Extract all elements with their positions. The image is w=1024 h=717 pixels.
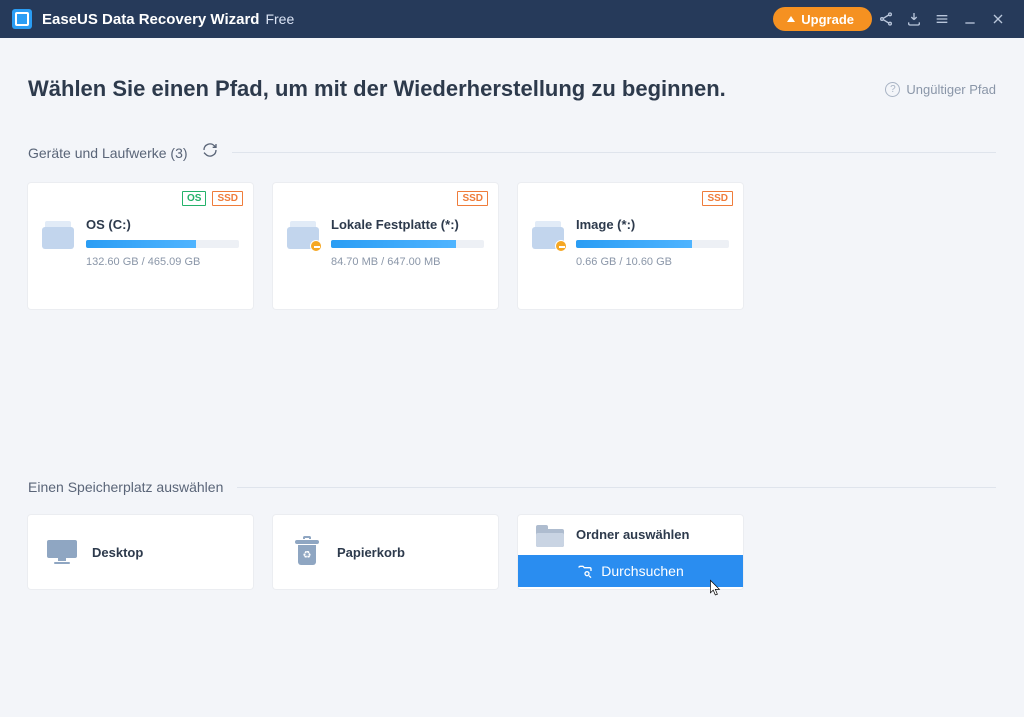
usage-bar: [576, 240, 729, 248]
drive-name: Image (*:): [576, 217, 729, 232]
divider: [232, 152, 996, 153]
invalid-path-link[interactable]: ? Ungültiger Pfad: [885, 82, 996, 97]
drive-icon: [42, 221, 74, 249]
share-icon[interactable]: [872, 4, 900, 34]
locations-section-title: Einen Speicherplatz auswählen: [28, 479, 223, 495]
drive-size: 0.66 GB / 10.60 GB: [576, 256, 729, 268]
locations-section-header: Einen Speicherplatz auswählen: [28, 479, 996, 495]
location-desktop[interactable]: Desktop: [28, 515, 253, 589]
page-title: Wählen Sie einen Pfad, um mit der Wieder…: [28, 76, 726, 102]
location-recycle-bin[interactable]: ♻ Papierkorb: [273, 515, 498, 589]
folder-icon: [536, 525, 564, 547]
desktop-icon: [46, 536, 78, 568]
drives-section-title: Geräte und Laufwerke (3): [28, 145, 188, 161]
app-title: EaseUS Data Recovery Wizard: [42, 11, 259, 28]
upgrade-button-label: Upgrade: [801, 12, 854, 27]
location-select-folder[interactable]: Ordner auswählen Durchsuchen: [518, 515, 743, 589]
warning-icon: [310, 240, 322, 252]
app-edition: Free: [265, 11, 294, 27]
folder-search-icon: [577, 563, 593, 579]
drive-badges: SSD: [702, 191, 733, 206]
drive-badges: OS SSD: [182, 191, 243, 206]
drive-name: OS (C:): [86, 217, 239, 232]
os-badge: OS: [182, 191, 206, 206]
drive-icon: [287, 221, 319, 249]
header-row: Wählen Sie einen Pfad, um mit der Wieder…: [28, 76, 996, 102]
titlebar: EaseUS Data Recovery Wizard Free Upgrade: [0, 0, 1024, 38]
divider: [237, 487, 996, 488]
usage-bar: [86, 240, 239, 248]
ssd-badge: SSD: [702, 191, 733, 206]
invalid-path-label: Ungültiger Pfad: [906, 82, 996, 97]
drive-card[interactable]: SSD Lokale Festplatte (*:) 84.70 MB / 647.…: [273, 183, 498, 309]
main: Wählen Sie einen Pfad, um mit der Wieder…: [0, 38, 1024, 589]
locations-grid: Desktop ♻ Papierkorb Ordner auswählen Du…: [28, 515, 996, 589]
location-select-folder-label: Ordner auswählen: [576, 527, 689, 543]
ssd-badge: SSD: [212, 191, 243, 206]
help-icon: ?: [885, 82, 900, 97]
upgrade-button[interactable]: Upgrade: [773, 7, 872, 31]
app-logo-icon: [12, 9, 32, 29]
close-button[interactable]: [984, 4, 1012, 34]
drives-section-header: Geräte und Laufwerke (3): [28, 142, 996, 163]
drive-card[interactable]: SSD Image (*:) 0.66 GB / 10.60 GB: [518, 183, 743, 309]
drive-icon: [532, 221, 564, 249]
download-icon[interactable]: [900, 4, 928, 34]
browse-button[interactable]: Durchsuchen: [518, 555, 743, 587]
ssd-badge: SSD: [457, 191, 488, 206]
up-arrow-icon: [787, 16, 795, 22]
drives-grid: OS SSD OS (C:) 132.60 GB / 465.09 GB SSD Loka…: [28, 183, 996, 309]
cursor-icon: [709, 579, 723, 597]
location-recycle-bin-label: Papierkorb: [337, 545, 405, 560]
browse-button-label: Durchsuchen: [601, 563, 684, 579]
warning-icon: [555, 240, 567, 252]
refresh-icon[interactable]: [202, 142, 218, 163]
drive-size: 84.70 MB / 647.00 MB: [331, 256, 484, 268]
locations-section: Einen Speicherplatz auswählen Desktop ♻ …: [28, 479, 996, 589]
drive-badges: SSD: [457, 191, 488, 206]
minimize-button[interactable]: [956, 4, 984, 34]
menu-icon[interactable]: [928, 4, 956, 34]
usage-bar: [331, 240, 484, 248]
trash-icon: ♻: [291, 536, 323, 568]
drive-size: 132.60 GB / 465.09 GB: [86, 256, 239, 268]
location-desktop-label: Desktop: [92, 545, 143, 560]
drive-name: Lokale Festplatte (*:): [331, 217, 484, 232]
drive-card[interactable]: OS SSD OS (C:) 132.60 GB / 465.09 GB: [28, 183, 253, 309]
